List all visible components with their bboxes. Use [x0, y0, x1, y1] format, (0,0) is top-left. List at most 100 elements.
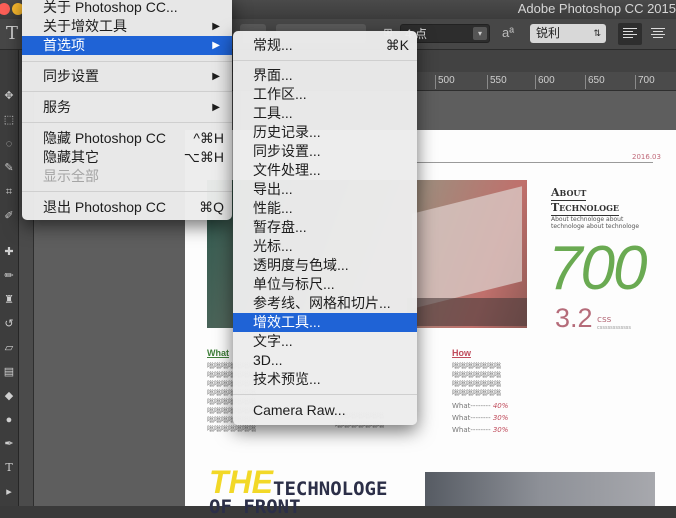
of-front-word: OF FRONT: [209, 496, 301, 518]
pen-tool-icon[interactable]: ✒: [3, 438, 15, 450]
how-stats: What-------- 40% What-------- 30% What--…: [452, 402, 508, 435]
stat-row: What-------- 30%: [452, 426, 508, 435]
menu-item-history-log[interactable]: 历史记录...: [233, 123, 417, 142]
select-arrows-icon: ⇅: [593, 28, 601, 38]
menu-item-label: 暂存盘...: [253, 219, 307, 235]
menu-item-cursors[interactable]: 光标...: [233, 237, 417, 256]
type-tool-icon-2[interactable]: T: [3, 462, 15, 474]
antialias-value: 锐利: [536, 26, 561, 40]
menu-item-label: 隐藏其它: [43, 149, 99, 165]
laptop-screen: [412, 186, 522, 309]
menu-item-label: 文字...: [253, 333, 293, 349]
submenu-arrow-icon: ▶: [212, 71, 220, 82]
eyedropper-tool-icon[interactable]: ✐: [3, 210, 15, 222]
menu-item-quit-photoshop[interactable]: 退出 Photoshop CC ⌘Q: [22, 198, 232, 217]
menu-item-hide-photoshop[interactable]: 隐藏 Photoshop CC ^⌘H: [22, 129, 232, 148]
eraser-tool-icon[interactable]: ▱: [3, 342, 15, 354]
menu-item-services[interactable]: 服务 ▶: [22, 98, 232, 117]
lasso-tool-icon[interactable]: ◌: [3, 138, 15, 150]
about-line-2: Technologe: [551, 201, 620, 216]
menu-item-interface[interactable]: 界面...: [233, 66, 417, 85]
big-number: 700: [548, 234, 647, 303]
menu-item-file-handling[interactable]: 文件处理...: [233, 161, 417, 180]
crop-tool-icon[interactable]: ⌗: [3, 186, 15, 198]
menu-separator: [233, 394, 417, 395]
align-center-button[interactable]: [646, 23, 670, 45]
menu-item-export[interactable]: 导出...: [233, 180, 417, 199]
about-small-text: About technologe about technologe about …: [551, 216, 640, 230]
submenu-arrow-icon: ▶: [212, 102, 220, 113]
menu-item-preferences[interactable]: 首选项 ▶: [22, 36, 232, 55]
the-word: THE: [209, 464, 273, 500]
menu-item-hide-others[interactable]: 隐藏其它 ⌥⌘H: [22, 148, 232, 167]
second-photo: [425, 472, 655, 506]
menu-item-label: 3D...: [253, 352, 283, 368]
menu-item-label: 首选项: [43, 37, 85, 53]
small-number: 3.2: [555, 303, 593, 333]
stat-row: What-------- 40%: [452, 402, 508, 411]
menu-item-scratch-disks[interactable]: 暂存盘...: [233, 218, 417, 237]
menu-item-about-photoshop[interactable]: 关于 Photoshop CC...: [22, 0, 232, 17]
ruler-tick: 700: [635, 75, 655, 89]
menu-item-sync-settings[interactable]: 同步设置 ▶: [22, 67, 232, 86]
menu-item-label: 退出 Photoshop CC: [43, 199, 166, 215]
type-tool-icon[interactable]: T: [6, 23, 18, 44]
brush-tool-icon[interactable]: ✏: [3, 270, 15, 282]
filler-line: 嗡嗡嗡嗡嗡嗡嗡: [452, 389, 501, 397]
menu-item-guides-grid-slices[interactable]: 参考线、网格和切片...: [233, 294, 417, 313]
stat-label: What--------: [452, 402, 491, 410]
menu-item-about-plugins[interactable]: 关于增效工具 ▶: [22, 17, 232, 36]
move-tool-icon[interactable]: ✥: [3, 90, 15, 102]
quick-select-tool-icon[interactable]: ✎: [3, 162, 15, 174]
align-left-button[interactable]: [618, 23, 642, 45]
menu-item-label: 工作区...: [253, 86, 307, 102]
menu-item-plugins[interactable]: 增效工具...: [233, 313, 417, 332]
chevron-down-icon[interactable]: ▾: [473, 27, 487, 40]
menu-item-show-all: 显示全部: [22, 167, 232, 186]
menu-item-label: 历史记录...: [253, 124, 321, 140]
menu-item-label: Camera Raw...: [253, 402, 346, 418]
stat-row: What-------- 30%: [452, 414, 508, 423]
menu-item-label: 性能...: [253, 200, 293, 216]
menu-item-tools[interactable]: 工具...: [233, 104, 417, 123]
menu-item-workspace[interactable]: 工作区...: [233, 85, 417, 104]
history-brush-tool-icon[interactable]: ↺: [3, 318, 15, 330]
what-label: What: [207, 348, 229, 358]
menu-item-label: 导出...: [253, 181, 293, 197]
menu-item-label: 同步设置...: [253, 143, 321, 159]
menu-item-label: 参考线、网格和切片...: [253, 295, 391, 311]
antialias-select[interactable]: 锐利 ⇅: [530, 24, 606, 43]
path-select-tool-icon[interactable]: ▸: [3, 486, 15, 498]
filler-line: 嗡嗡嗡嗡嗡嗡嗡: [452, 362, 501, 370]
close-window-button[interactable]: [0, 3, 10, 15]
menu-item-label: 增效工具...: [253, 314, 321, 330]
date-label: 2016.03: [632, 153, 661, 161]
menu-shortcut: ^⌘H: [193, 130, 224, 146]
stat-value: 30%: [492, 426, 509, 434]
menu-separator: [22, 91, 232, 92]
menu-item-transparency-gamut[interactable]: 透明度与色域...: [233, 256, 417, 275]
menu-item-type[interactable]: 文字...: [233, 332, 417, 351]
menu-item-units-rulers[interactable]: 单位与标尺...: [233, 275, 417, 294]
menu-item-camera-raw[interactable]: Camera Raw...: [233, 401, 417, 420]
menu-item-performance[interactable]: 性能...: [233, 199, 417, 218]
blur-tool-icon[interactable]: ◆: [3, 390, 15, 402]
menu-item-technology-previews[interactable]: 技术预览...: [233, 370, 417, 389]
menu-item-label: 服务: [43, 99, 71, 115]
stat-value: 40%: [492, 402, 509, 410]
menu-item-3d[interactable]: 3D...: [233, 351, 417, 370]
menu-item-sync-settings-pref[interactable]: 同步设置...: [233, 142, 417, 161]
marquee-tool-icon[interactable]: ⬚: [3, 114, 15, 126]
stat-value: 30%: [492, 414, 509, 422]
menu-separator: [22, 191, 232, 192]
menu-shortcut: ⌘Q: [199, 199, 224, 215]
healing-tool-icon[interactable]: ✚: [3, 246, 15, 258]
dodge-tool-icon[interactable]: ●: [3, 414, 15, 426]
stamp-tool-icon[interactable]: ♜: [3, 294, 15, 306]
menu-item-label: 显示全部: [43, 168, 99, 184]
stat-label: What--------: [452, 426, 491, 434]
aa-icon: aª: [502, 25, 515, 40]
gradient-tool-icon[interactable]: ▤: [3, 366, 15, 378]
menu-item-general[interactable]: 常规... ⌘K: [233, 36, 417, 55]
ruler-tick: 650: [585, 75, 605, 89]
